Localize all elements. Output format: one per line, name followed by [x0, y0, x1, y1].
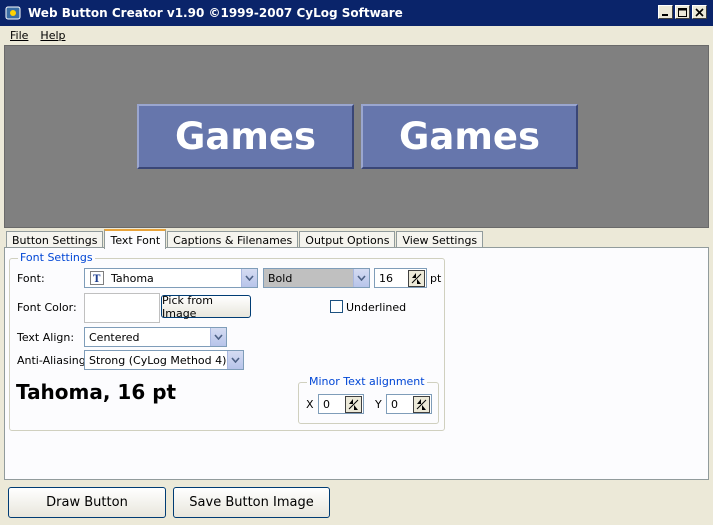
anti-aliasing-value: Strong (CyLog Method 4) [89, 353, 227, 367]
font-settings-title: Font Settings [18, 251, 95, 264]
font-style-select[interactable]: Bold [263, 268, 370, 288]
x-offset-spinner[interactable]: 0 [318, 394, 364, 414]
maximize-icon [678, 7, 687, 17]
font-style-value: Bold [264, 271, 353, 285]
minimize-icon [662, 13, 668, 16]
settings-tabs: Button Settings Text Font Captions & Fil… [6, 229, 484, 249]
font-settings-group: Font Settings Font: T Tahoma Bold 16 pt … [9, 251, 445, 431]
text-align-value: Centered [89, 330, 140, 344]
spinner-arrows-icon[interactable] [413, 395, 430, 413]
underlined-label: Underlined [346, 301, 407, 314]
spinner-arrows-icon[interactable] [345, 395, 362, 413]
title-bar: Web Button Creator v1.90 ©1999-2007 CyLo… [0, 0, 713, 26]
y-label: Y [375, 398, 382, 411]
x-offset-value: 0 [323, 397, 330, 411]
font-size-value: 16 [379, 271, 393, 285]
spinner-arrows-icon[interactable] [408, 269, 425, 287]
menu-help[interactable]: Help [34, 29, 71, 42]
truetype-icon: T [90, 271, 104, 285]
font-color-label: Font Color: [17, 301, 77, 314]
menu-bar: File Help [0, 26, 713, 44]
chevron-down-icon [241, 269, 257, 287]
minor-alignment-group: Minor Text alignment X 0 Y 0 [298, 375, 439, 424]
font-size-unit: pt [430, 272, 442, 285]
text-align-label: Text Align: [17, 331, 75, 344]
font-size-spinner[interactable]: 16 [374, 268, 427, 288]
svg-text:T: T [93, 274, 101, 285]
pick-from-image-button[interactable]: Pick from Image [161, 294, 251, 320]
preview-button-hover: Games [361, 104, 578, 169]
y-offset-value: 0 [391, 397, 398, 411]
window-title: Web Button Creator v1.90 ©1999-2007 CyLo… [28, 6, 403, 20]
font-family-select[interactable]: T Tahoma [84, 268, 258, 288]
text-align-select[interactable]: Centered [84, 327, 227, 347]
font-sample-text: Tahoma, 16 pt [16, 380, 177, 404]
action-bar: Draw Button Save Button Image [0, 481, 713, 525]
save-button-image-button[interactable]: Save Button Image [173, 487, 330, 518]
y-offset-spinner[interactable]: 0 [386, 394, 432, 414]
close-icon [695, 7, 704, 17]
app-icon [5, 5, 21, 21]
preview-button-normal: Games [137, 104, 354, 169]
font-label: Font: [17, 272, 45, 285]
anti-aliasing-label: Anti-Aliasing: [17, 354, 90, 367]
minimize-button[interactable] [658, 5, 673, 19]
chevron-down-icon [227, 351, 243, 369]
tab-text-font[interactable]: Text Font [104, 229, 167, 249]
close-button[interactable] [692, 5, 707, 19]
text-font-panel: Font Settings Font: T Tahoma Bold 16 pt … [4, 247, 709, 480]
font-color-swatch[interactable] [84, 293, 160, 323]
underlined-checkbox[interactable] [330, 300, 343, 313]
draw-button[interactable]: Draw Button [8, 487, 166, 518]
chevron-down-icon [210, 328, 226, 346]
menu-file[interactable]: File [4, 29, 34, 42]
button-preview-area: Games Games [4, 45, 709, 228]
chevron-down-icon [353, 269, 369, 287]
anti-aliasing-select[interactable]: Strong (CyLog Method 4) [84, 350, 244, 370]
font-family-value: Tahoma [111, 271, 154, 285]
minor-alignment-title: Minor Text alignment [307, 375, 427, 388]
x-label: X [306, 398, 314, 411]
maximize-button[interactable] [675, 5, 690, 19]
